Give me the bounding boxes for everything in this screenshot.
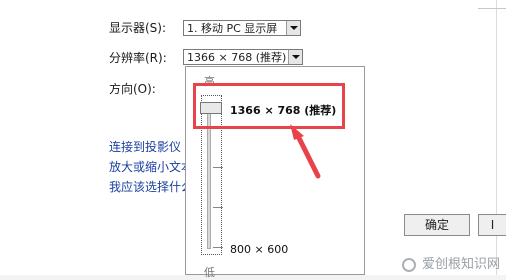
slider-tick	[213, 247, 223, 248]
resolution-label: 分辨率(R):	[109, 51, 167, 65]
slider-option-bottom[interactable]: 800 × 600	[230, 243, 288, 256]
chevron-down-icon[interactable]	[288, 50, 302, 64]
slider-tick	[213, 207, 223, 208]
chevron-down-icon[interactable]	[286, 21, 300, 35]
slider-low-label: 低	[204, 266, 215, 279]
orientation-label: 方向(O):	[109, 82, 156, 96]
display-select[interactable]: 1. 移动 PC 显示屏	[183, 20, 301, 36]
slider-tick	[213, 167, 223, 168]
watermark-text: 爱创根知识网	[421, 257, 500, 272]
resolution-select-value: 1366 × 768 (推荐)	[187, 51, 287, 64]
panel-top-line	[478, 8, 506, 9]
highlight-box	[193, 83, 345, 129]
resolution-select[interactable]: 1366 × 768 (推荐)	[183, 49, 303, 65]
cancel-button[interactable]: I	[478, 214, 506, 236]
display-select-value: 1. 移动 PC 显示屏	[187, 22, 278, 35]
display-label: 显示器(S):	[109, 21, 167, 35]
link-which-settings[interactable]: 我应该选择什么	[109, 178, 193, 195]
link-text-size[interactable]: 放大或缩小文本	[109, 158, 193, 175]
watermark-logo-icon	[401, 257, 416, 272]
ok-button[interactable]: 确定	[404, 214, 470, 236]
link-connect-projector[interactable]: 连接到投影仪	[109, 138, 181, 155]
watermark: 爱创根知识网	[401, 253, 500, 272]
